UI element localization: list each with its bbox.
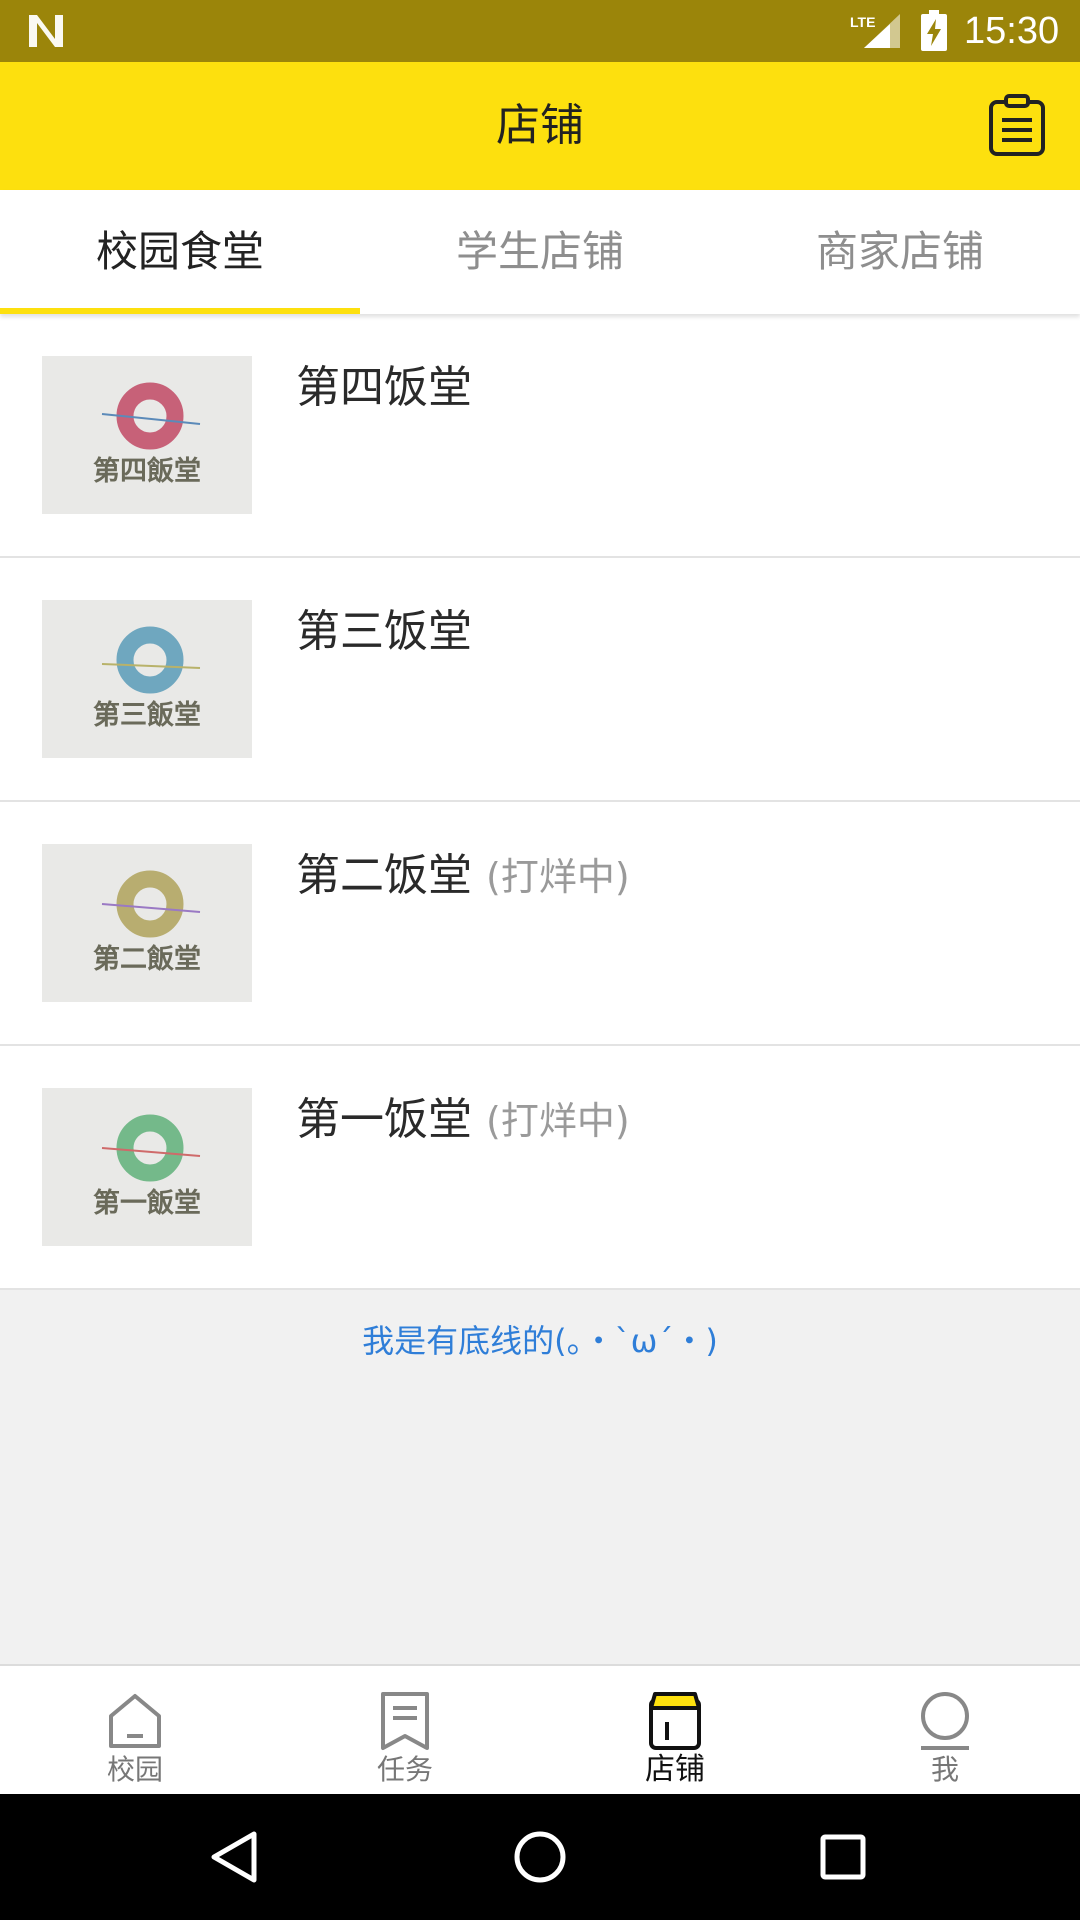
tab-merchant-shops[interactable]: 商家店铺 xyxy=(720,190,1080,314)
list-item[interactable]: 第三飯堂 第三饭堂 xyxy=(0,558,1080,802)
shop-name: 第一饭堂 (打烊中) xyxy=(296,1094,630,1145)
svg-text:第一飯堂: 第一飯堂 xyxy=(93,1187,201,1219)
profile-icon xyxy=(921,1692,969,1750)
nav-label: 任务 xyxy=(376,1753,433,1786)
shop-status: (打烊中) xyxy=(486,855,630,899)
network-type-label: LTE xyxy=(850,14,875,30)
notification-n-icon xyxy=(29,15,63,47)
canteen-logo: 第三飯堂 xyxy=(42,600,252,758)
task-icon xyxy=(381,1692,429,1750)
home-circle-icon[interactable] xyxy=(505,1822,575,1892)
nav-item-campus[interactable]: 校园 xyxy=(0,1666,270,1796)
list-item[interactable]: 第二飯堂 第二饭堂 (打烊中) xyxy=(0,802,1080,1046)
system-navigation-bar xyxy=(0,1794,1080,1920)
canteen-logo: 第二飯堂 xyxy=(42,844,252,1002)
shop-name: 第三饭堂 xyxy=(296,606,472,657)
recents-icon[interactable] xyxy=(808,1822,878,1892)
status-bar: LTE 15:30 xyxy=(0,0,1080,62)
active-tab-indicator xyxy=(0,308,360,314)
nav-label: 我 xyxy=(930,1753,959,1786)
list-item[interactable]: 第四飯堂 第四饭堂 xyxy=(0,314,1080,558)
status-time: 15:30 xyxy=(964,10,1060,52)
app-bar: 店铺 xyxy=(0,62,1080,190)
nav-label: 店铺 xyxy=(645,1752,705,1787)
tab-campus-canteen[interactable]: 校园食堂 xyxy=(0,190,360,314)
list-item[interactable]: 第一飯堂 第一饭堂 (打烊中) xyxy=(0,1046,1080,1290)
home-icon xyxy=(109,1694,161,1748)
back-icon[interactable] xyxy=(200,1822,270,1892)
shop-list: 第四飯堂 第四饭堂 第三飯堂 第三饭堂 第二飯堂 第二饭堂 (打烊中) 第一飯堂 … xyxy=(0,314,1080,1290)
shop-tabs: 校园食堂 学生店铺 商家店铺 xyxy=(0,190,1080,314)
end-of-list-note: 我是有底线的(。・`ω´・) xyxy=(362,1322,718,1360)
canteen-logo: 第四飯堂 xyxy=(42,356,252,514)
nav-label: 校园 xyxy=(106,1753,163,1786)
order-list-icon[interactable] xyxy=(984,92,1050,158)
svg-text:第三飯堂: 第三飯堂 xyxy=(93,699,201,731)
signal-icon: LTE xyxy=(850,14,900,48)
nav-item-me[interactable]: 我 xyxy=(810,1666,1080,1796)
shop-name: 第二饭堂 (打烊中) xyxy=(296,850,630,901)
shop-name: 第四饭堂 xyxy=(296,362,472,413)
bottom-navigation: 校园 任务 店铺 我 xyxy=(0,1664,1080,1796)
nav-item-shops[interactable]: 店铺 xyxy=(540,1666,810,1796)
canteen-logo: 第一飯堂 xyxy=(42,1088,252,1246)
tab-student-shops[interactable]: 学生店铺 xyxy=(360,190,720,314)
battery-charging-icon xyxy=(921,10,947,51)
nav-item-tasks[interactable]: 任务 xyxy=(270,1666,540,1796)
svg-text:第四飯堂: 第四飯堂 xyxy=(93,455,201,487)
shop-status: (打烊中) xyxy=(486,1099,630,1143)
shop-icon xyxy=(649,1692,701,1750)
page-title: 店铺 xyxy=(496,100,584,151)
svg-text:第二飯堂: 第二飯堂 xyxy=(93,943,201,975)
